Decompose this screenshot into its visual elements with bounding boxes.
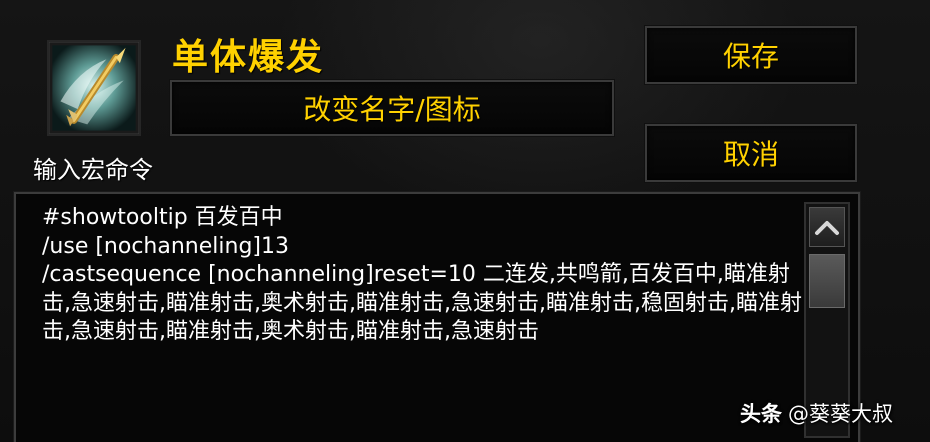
scroll-thumb[interactable] [809,254,845,308]
macro-edit-panel: 单体爆发 改变名字/图标 保存 取消 输入宏命令 #showtooltip 百发… [0,0,930,442]
enter-macro-label: 输入宏命令 [33,156,153,184]
chevron-up-icon [815,221,839,235]
watermark-author: @葵葵大叔 [788,402,893,426]
arrow-shot-icon [49,42,139,134]
change-name-icon-button[interactable]: 改变名字/图标 [170,80,614,136]
save-button[interactable]: 保存 [645,26,857,84]
macro-name-title: 单体爆发 [172,37,325,78]
macro-editor-box: #showtooltip 百发百中 /use [nochanneling]13 … [14,192,860,442]
watermark-brand: 头条 [740,402,782,426]
macro-command-textarea[interactable]: #showtooltip 百发百中 /use [nochanneling]13 … [42,204,802,440]
watermark: 头条 @葵葵大叔 [740,398,893,428]
scroll-up-button[interactable] [809,207,845,247]
macro-icon-button[interactable] [47,40,141,136]
cancel-button[interactable]: 取消 [645,124,857,182]
